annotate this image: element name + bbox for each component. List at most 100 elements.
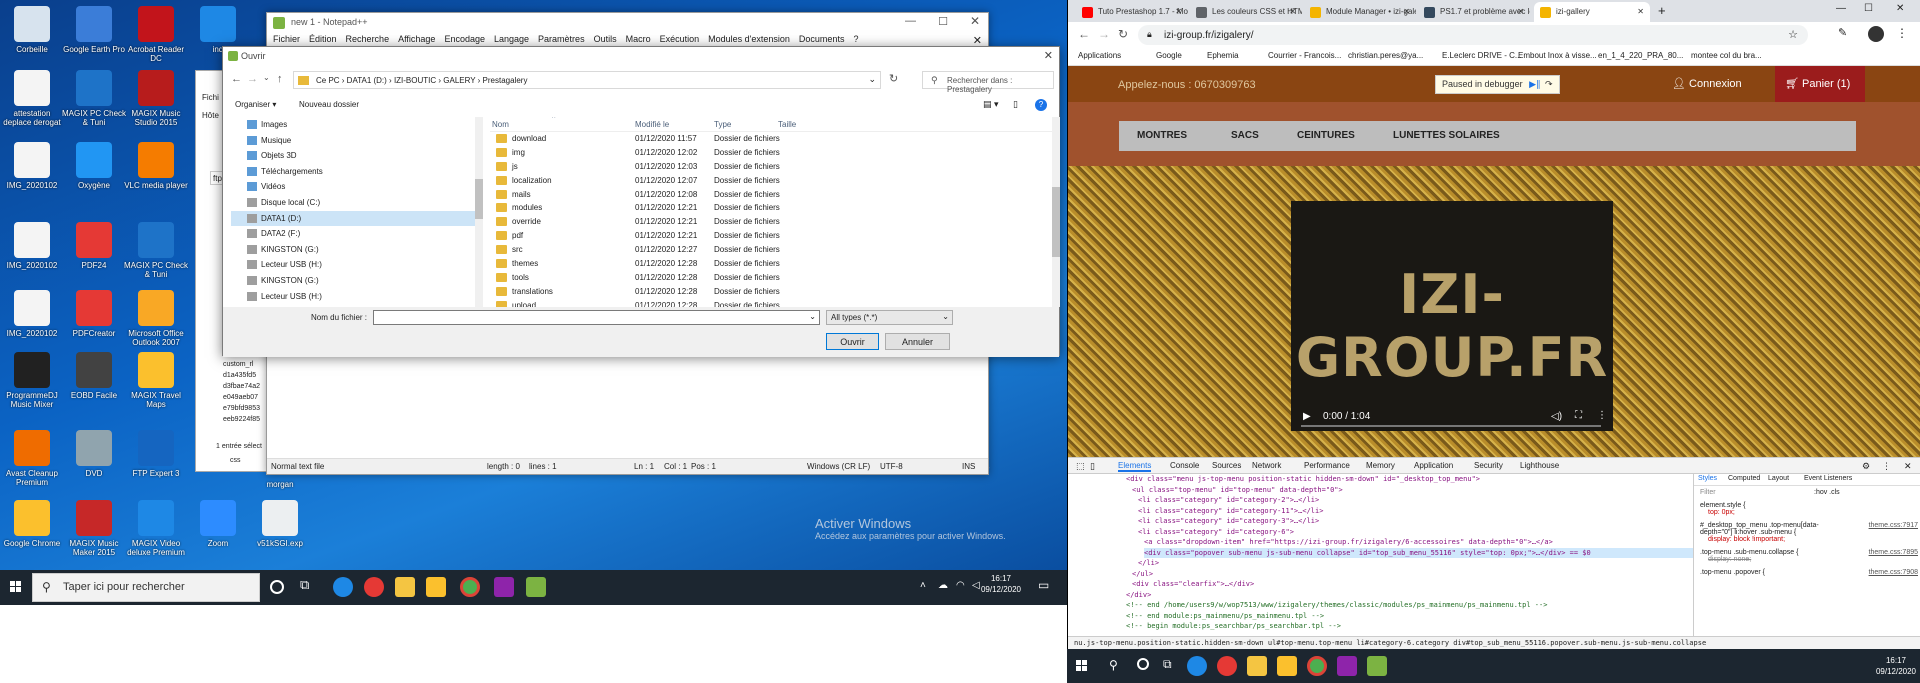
organize-button[interactable]: Organiser ▾ [235, 100, 276, 109]
nav-item[interactable]: Vidéos [231, 179, 478, 195]
notepad-menu-item[interactable]: Modules d'extension [708, 34, 790, 44]
file-row[interactable]: pdf 01/12/2020 12:21 Dossier de fichiers [490, 229, 1053, 243]
file-explorer-icon[interactable] [395, 577, 415, 597]
desktop-icon[interactable]: FTP Expert 3 [124, 430, 188, 478]
mail-icon[interactable] [1277, 656, 1297, 676]
clock[interactable]: 16:17 09/12/2020 [981, 573, 1021, 595]
desktop-icon[interactable]: ProgrammeDJ Music Mixer [0, 352, 64, 409]
maximize-icon[interactable]: ☐ [938, 15, 948, 28]
desktop-icon[interactable]: DVD [62, 430, 126, 478]
notepad-menu-item[interactable]: Exécution [660, 34, 700, 44]
tab-close-icon[interactable]: ✕ [1517, 7, 1524, 16]
omnibox[interactable]: 🔒︎ izi-group.fr/izigalery/ ☆ [1138, 25, 1808, 45]
nav-item[interactable]: DATA1 (D:) [231, 210, 478, 227]
file-row[interactable]: translations 01/12/2020 12:28 Dossier de f… [490, 285, 1053, 299]
bookmark-item[interactable]: Embout Inox à visse... [1518, 51, 1597, 60]
desktop-icon[interactable]: EOBD Facile [62, 352, 126, 400]
desktop-icon[interactable]: MAGIX PC Check & Tuni [62, 70, 126, 127]
bookmark-item[interactable]: Applications [1078, 51, 1121, 60]
dom-node[interactable]: <ul class="top-menu" id="top-menu" data-… [1132, 485, 1343, 496]
dom-node[interactable]: </div> [1126, 590, 1151, 601]
notepad-menu-item[interactable]: Recherche [346, 34, 390, 44]
bookmark-item[interactable]: Courrier - Francois... [1268, 51, 1341, 60]
css-source-link[interactable]: theme.css:7895 [1869, 549, 1918, 556]
explorer-item[interactable]: custom_rl [223, 359, 271, 370]
desktop-icon[interactable]: Google Earth Pro [62, 6, 126, 54]
back-arrow-icon[interactable]: ← [1078, 27, 1090, 41]
file-scrollbar[interactable] [1052, 117, 1060, 307]
star-icon[interactable]: ☆ [1788, 28, 1798, 41]
nav-scrollbar[interactable] [475, 117, 483, 307]
dom-node[interactable]: </li> [1138, 558, 1159, 569]
notepad-menu-item[interactable]: Affichage [398, 34, 435, 44]
chrome-window[interactable]: Tuto Prestashop 1.7 - Mod ✕ Les couleurs C… [1067, 0, 1920, 650]
tab-close-icon[interactable]: ✕ [1175, 7, 1182, 16]
devtools-close-icon[interactable]: ✕ [1904, 461, 1912, 472]
devtools-tab[interactable]: Elements [1118, 461, 1152, 472]
cortana-icon[interactable] [270, 580, 284, 594]
css-selector[interactable]: .top-menu .sub-menu.collapse { [1700, 549, 1850, 556]
new-tab-icon[interactable]: + [1658, 3, 1666, 18]
open-file-dialog[interactable]: Ouvrir ✕ ← → ⌄ ↑ Ce PC › DATA1 (D:) › IZ… [222, 46, 1060, 357]
desktop-icon[interactable]: PDF24 [62, 222, 126, 270]
explorer-item[interactable]: eeb9224f85 [223, 414, 271, 425]
file-row[interactable]: download 01/12/2020 11:57 Dossier de fichi… [490, 132, 1053, 146]
desktop-icon[interactable]: morgan [248, 480, 312, 489]
dom-node[interactable]: <!-- begin module:ps_searchbar/ps_search… [1126, 621, 1341, 632]
desktop-icon[interactable]: VLC media player [124, 142, 188, 190]
css-property[interactable]: top: 0px; [1700, 509, 1918, 516]
dialog-titlebar[interactable]: Ouvrir ✕ [223, 47, 1059, 65]
video-more-icon[interactable]: ⋮ [1597, 410, 1607, 421]
tray-chevron-icon[interactable]: ˄ [920, 580, 926, 591]
chrome-taskbar-icon[interactable] [460, 577, 480, 597]
video-player[interactable]: IZI-GROUP.FR ▶ 0:00 / 1:04 ◁) ⛶ ⋮ [1291, 201, 1613, 431]
file-row[interactable]: override 01/12/2020 12:21 Dossier de fichi… [490, 215, 1053, 229]
bookmark-item[interactable]: christian.peres@ya... [1348, 51, 1423, 60]
desktop-icon[interactable]: PDFCreator [62, 290, 126, 338]
login-link[interactable]: 👤︎ Connexion [1672, 77, 1742, 90]
task-view-icon[interactable]: ⧉ [1163, 657, 1172, 672]
desktop-icon[interactable]: MAGIX PC Check & Tuni [124, 222, 188, 279]
explorer-item[interactable]: d1a435fd5 [223, 370, 271, 381]
breadcrumb-item[interactable]: GALERY [443, 76, 475, 85]
filetype-select[interactable]: All types (*.*) ⌄ [826, 310, 953, 325]
file-row[interactable]: mails 01/12/2020 12:08 Dossier de fichiers [490, 188, 1053, 202]
filezilla-icon[interactable] [494, 577, 514, 597]
wifi-icon[interactable]: ◠ [956, 580, 965, 591]
css-source-link[interactable]: theme.css:7908 [1869, 569, 1918, 576]
nav-item[interactable]: Téléchargements [231, 164, 478, 180]
help-icon[interactable]: ? [1035, 99, 1047, 111]
desktop-icon[interactable]: IMG_2020102 [0, 290, 64, 338]
dialog-search-input[interactable]: ⚲ Rechercher dans : Prestagalery [922, 71, 1054, 94]
breadcrumb-item[interactable]: IZI-BOUTIC [394, 76, 436, 85]
styles-tab[interactable]: Layout [1768, 475, 1789, 482]
bookmark-item[interactable]: montee col du bra... [1691, 51, 1762, 60]
menu-montres[interactable]: MONTRES [1137, 130, 1187, 141]
devtools-tab[interactable]: Application [1414, 461, 1453, 470]
dom-node[interactable]: <!-- end /home/users9/w/wop7513/www/izig… [1126, 600, 1547, 611]
dom-node[interactable]: <!-- end module:ps_mainmenu/ps_mainmenu.… [1126, 611, 1324, 622]
notepadpp-taskbar-icon[interactable] [526, 577, 546, 597]
clock-right[interactable]: 16:17 09/12/2020 [1876, 655, 1916, 677]
explorer-item[interactable]: e79bfd9853 [223, 403, 271, 414]
notification-icon[interactable]: ▭ [1038, 578, 1049, 592]
desktop-icon[interactable]: MAGIX Music Studio 2015 [124, 70, 188, 127]
notepad-menu-item[interactable]: Outils [594, 34, 617, 44]
devtools-tab[interactable]: Performance [1304, 461, 1350, 470]
css-selector[interactable]: #_desktop_top_menu .top-menu[data-depth=… [1700, 522, 1850, 536]
desktop-icon[interactable]: Corbeille [0, 6, 64, 54]
tray-cloud-icon[interactable]: ☁ [938, 580, 948, 591]
styles-tab[interactable]: Styles [1698, 475, 1717, 482]
debugger-banner[interactable]: Paused in debugger ▶︎∥ ↷ [1435, 75, 1560, 94]
desktop-icon[interactable]: Acrobat Reader DC [124, 6, 188, 63]
file-row[interactable]: img 01/12/2020 12:02 Dossier de fichiers [490, 146, 1053, 160]
notepad-menu-item[interactable]: ? [853, 34, 858, 44]
nav-item[interactable]: Objets 3D [231, 148, 478, 164]
extension-icon[interactable]: ✎ [1838, 26, 1847, 39]
bookmark-item[interactable]: Ephemia [1207, 51, 1239, 60]
profile-avatar[interactable] [1868, 26, 1884, 42]
dom-node[interactable]: <a class="dropdown-item" href="https://i… [1144, 537, 1553, 548]
explorer-folder[interactable]: css [230, 457, 241, 464]
back-arrow-icon[interactable]: ← [231, 73, 242, 85]
tab-close-icon[interactable]: ✕ [1289, 7, 1296, 16]
